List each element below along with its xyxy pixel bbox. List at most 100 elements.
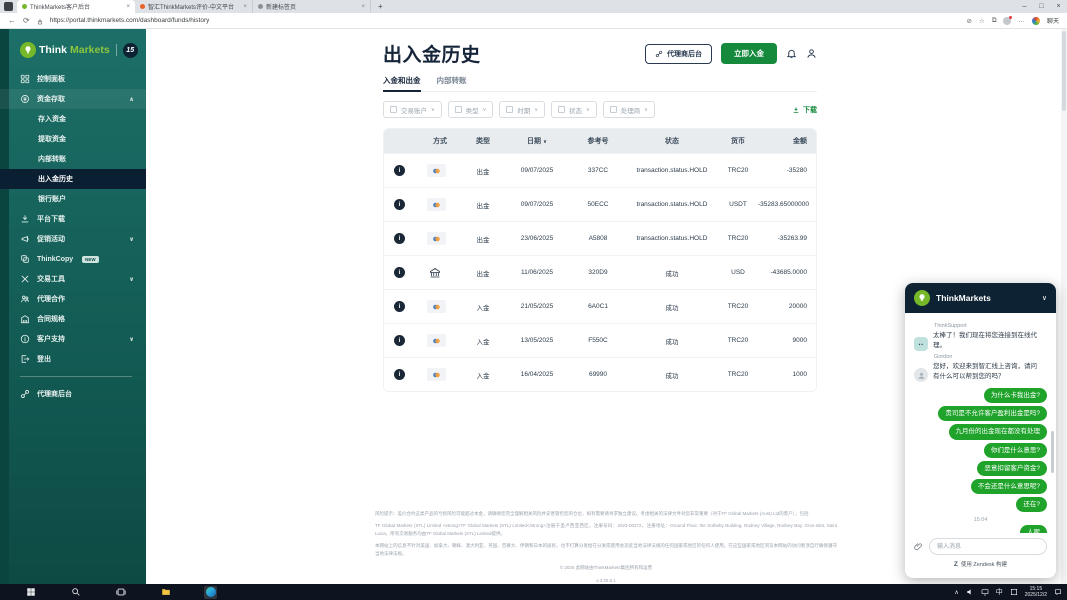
checkbox[interactable] xyxy=(610,106,617,113)
attachment-paperclip-icon[interactable] xyxy=(914,542,923,551)
search-icon[interactable] xyxy=(69,586,82,599)
sidebar-item-8[interactable]: 促销活动∨ xyxy=(0,229,146,249)
profile-avatar[interactable] xyxy=(1003,17,1011,25)
sidebar-item-3[interactable]: 提取资金 xyxy=(0,129,146,149)
table-row[interactable]: i入金21/05/20256A0C1成功TRC2020000 xyxy=(384,289,816,323)
filter-dropdown-4[interactable]: 处理商∨ xyxy=(603,101,655,118)
info-icon[interactable]: i xyxy=(394,267,405,278)
favorites-star-icon[interactable]: ☆ xyxy=(979,17,985,25)
thinkmarkets-logo[interactable]: ThinkMarkets 15 xyxy=(0,29,146,69)
chevron-down-icon[interactable]: ∨ xyxy=(129,276,134,283)
chevron-down-icon: ∨ xyxy=(586,107,590,113)
collections-icon[interactable]: ⧉ xyxy=(992,17,997,25)
sidebar-item-2[interactable]: 存入资金 xyxy=(0,109,146,129)
copilot-label[interactable]: 聊天 xyxy=(1047,16,1059,25)
filter-dropdown-3[interactable]: 状态 ∨ xyxy=(551,101,597,118)
deposit-now-button[interactable]: 立即入金 xyxy=(721,43,777,64)
action-center-icon[interactable] xyxy=(1054,583,1062,600)
browser-tab[interactable]: 新建标签页× xyxy=(253,0,371,13)
info-icon[interactable]: i xyxy=(394,335,405,346)
sidebar-item-12[interactable]: 合同规格 xyxy=(0,309,146,329)
copilot-icon[interactable] xyxy=(1032,17,1040,25)
info-icon[interactable]: i xyxy=(394,233,405,244)
chevron-down-icon[interactable]: ∨ xyxy=(129,336,134,343)
download-link[interactable]: 下载 xyxy=(792,105,817,115)
sidebar-item-label: 合同规格 xyxy=(37,314,65,324)
chat-message-input[interactable] xyxy=(929,538,1047,555)
info-icon[interactable]: i xyxy=(394,165,405,176)
ime-indicator[interactable]: 中 xyxy=(996,587,1003,597)
minimize-button[interactable]: – xyxy=(1016,3,1033,10)
table-row[interactable]: i出金23/06/2025A5808transaction.status.HOL… xyxy=(384,221,816,255)
tab-deposits-withdrawals[interactable]: 入金和出金 xyxy=(383,75,421,92)
chat-scrollbar[interactable] xyxy=(1051,431,1054,473)
tray-chevron-icon[interactable]: ∧ xyxy=(954,589,958,596)
contract-icon xyxy=(20,314,30,324)
back-icon[interactable]: ← xyxy=(8,17,16,25)
info-icon[interactable]: i xyxy=(394,369,405,380)
table-row[interactable]: i入金16/04/202569990成功TRC201000 xyxy=(384,357,816,391)
browser-tab[interactable]: ThinkMarkets客户后台× xyxy=(17,0,135,13)
filter-dropdown-2[interactable]: 时期∨ xyxy=(499,101,545,118)
url-text[interactable]: https://portal.thinkmarkets.com/dashboar… xyxy=(50,17,960,24)
sidebar-item-5[interactable]: 出入金历史 xyxy=(0,169,146,189)
table-row[interactable]: i出金09/07/2025337CCtransaction.status.HOL… xyxy=(384,153,816,187)
agent-portal-button[interactable]: 代理商后台 xyxy=(645,44,712,64)
network-icon[interactable] xyxy=(981,583,989,600)
sidebar-item-15[interactable]: 代理商后台 xyxy=(0,384,146,404)
sidebar-item-10[interactable]: 交易工具∨ xyxy=(0,269,146,289)
tab-close-icon[interactable]: × xyxy=(126,4,130,10)
header-cell[interactable]: 日期∨ xyxy=(504,136,570,146)
sidebar-item-0[interactable]: 控制面板 xyxy=(0,69,146,89)
checkbox[interactable] xyxy=(558,106,565,113)
sidebar-item-label: 控制面板 xyxy=(37,74,65,84)
sidebar-item-13[interactable]: 客户支持∨ xyxy=(0,329,146,349)
chevron-up-icon[interactable]: ∧ xyxy=(129,96,134,103)
table-row[interactable]: i入金13/05/2025F550C成功TRC209000 xyxy=(384,323,816,357)
notifications-bell-icon[interactable] xyxy=(786,48,797,59)
tracking-prevention-icon[interactable]: ⊘ xyxy=(967,17,972,25)
volume-icon[interactable] xyxy=(966,583,974,600)
file-explorer-icon[interactable] xyxy=(159,586,172,599)
info-icon[interactable]: i xyxy=(394,301,405,312)
workspaces-icon[interactable] xyxy=(4,2,13,11)
taskbar-clock[interactable]: 15:15 2025/12/2 xyxy=(1025,586,1047,599)
chat-header[interactable]: ThinkMarkets ∨ xyxy=(905,283,1056,313)
start-button-icon[interactable] xyxy=(24,586,37,599)
sidebar-item-6[interactable]: 银行账户 xyxy=(0,189,146,209)
sidebar-item-4[interactable]: 内部转账 xyxy=(0,149,146,169)
handwriting-icon[interactable] xyxy=(1010,583,1018,600)
table-row[interactable]: i出金11/06/2025320D9成功USD-43685.0000 xyxy=(384,255,816,289)
filter-label: 状态 xyxy=(569,105,582,115)
task-view-icon[interactable] xyxy=(114,586,127,599)
sidebar-item-14[interactable]: 登出 xyxy=(0,349,146,369)
filter-dropdown-0[interactable]: 交易账户∨ xyxy=(383,101,442,118)
sort-caret-icon[interactable]: ∨ xyxy=(543,139,547,145)
edge-browser-icon[interactable] xyxy=(204,586,217,599)
chevron-down-icon[interactable]: ∨ xyxy=(129,236,134,243)
sidebar-item-1[interactable]: 资金存取∧ xyxy=(0,89,146,109)
chat-minimize-chevron-icon[interactable]: ∨ xyxy=(1042,294,1047,302)
menu-dots-icon[interactable]: … xyxy=(1018,17,1025,24)
zendesk-footer[interactable]: Z 使用 Zendesk 构建 xyxy=(905,560,1056,568)
checkbox[interactable] xyxy=(506,106,513,113)
checkbox[interactable] xyxy=(390,106,397,113)
browser-tab[interactable]: 智汇ThinkMarkets评价-中文平台× xyxy=(135,0,253,13)
filter-dropdown-1[interactable]: 类型∨ xyxy=(448,101,494,118)
lock-icon[interactable] xyxy=(37,12,43,30)
checkbox[interactable] xyxy=(455,106,462,113)
tab-close-icon[interactable]: × xyxy=(243,4,247,10)
sidebar-item-11[interactable]: 代理合作 xyxy=(0,289,146,309)
info-icon[interactable]: i xyxy=(394,199,405,210)
new-tab-button[interactable]: + xyxy=(371,0,390,13)
maximize-button[interactable]: □ xyxy=(1033,3,1050,10)
account-person-icon[interactable] xyxy=(806,48,817,59)
close-button[interactable]: × xyxy=(1050,3,1067,10)
sidebar-item-9[interactable]: ThinkCopyNEW xyxy=(0,249,146,269)
tab-close-icon[interactable]: × xyxy=(361,4,365,10)
sidebar-item-7[interactable]: 平台下载 xyxy=(0,209,146,229)
page-scrollbar[interactable] xyxy=(1061,29,1067,584)
refresh-icon[interactable]: ⟳ xyxy=(23,17,30,25)
table-row[interactable]: i出金09/07/202550ECCtransaction.status.HOL… xyxy=(384,187,816,221)
tab-internal-transfer[interactable]: 内部转账 xyxy=(437,75,467,91)
